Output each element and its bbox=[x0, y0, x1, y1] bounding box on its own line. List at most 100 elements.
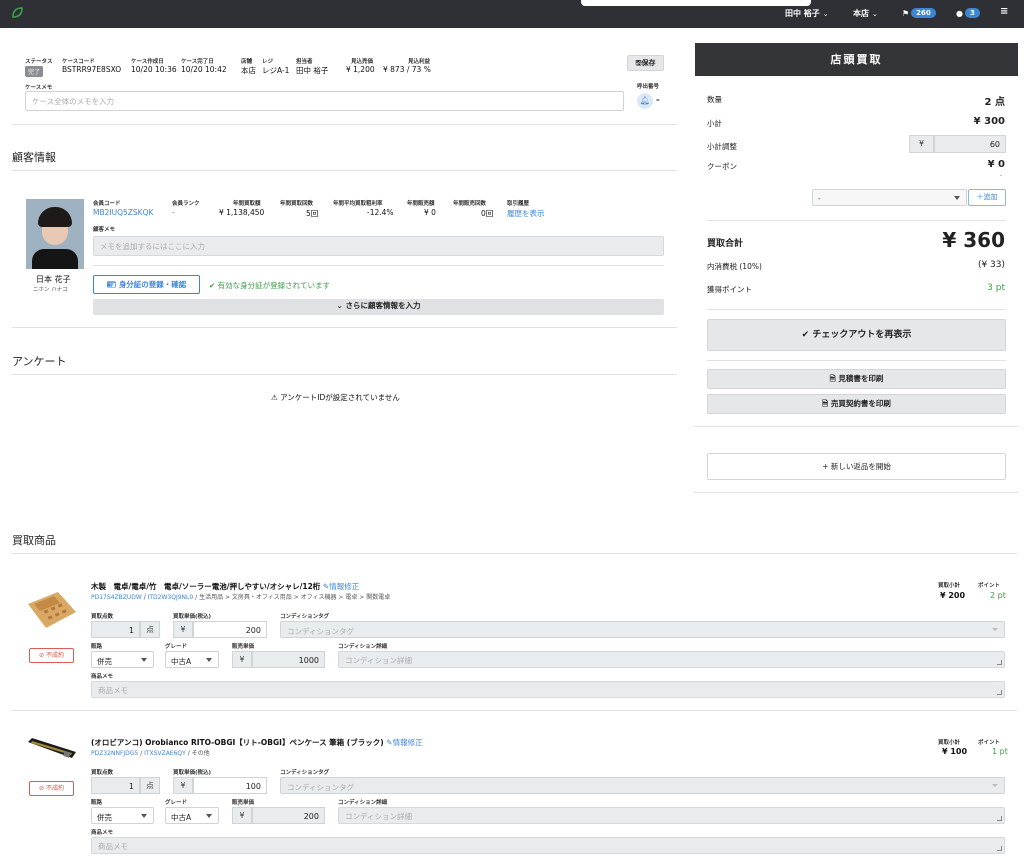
id-register-label: 身分証の登録・確認 bbox=[118, 280, 187, 289]
item-codes: PD17S4ZBZUDW / ITD2W3QJ9NL0 / 生活用品 > 文房具… bbox=[91, 594, 391, 601]
unit-price-input[interactable]: 100 bbox=[193, 777, 267, 794]
yen-addon: ¥ bbox=[909, 135, 934, 153]
chat-button[interactable]: ● 3 bbox=[956, 8, 980, 18]
condition-detail-label: コンディション詳細 bbox=[338, 800, 388, 806]
yen-addon: ¥ bbox=[173, 777, 193, 794]
customer-memo-input[interactable]: メモを追加するにはここに入力 bbox=[93, 236, 664, 256]
coupon-value: ¥ 0 bbox=[987, 159, 1005, 170]
flag-count-badge: 260 bbox=[911, 8, 936, 18]
grade-select[interactable]: 中古A bbox=[165, 651, 219, 668]
register-label: レジ bbox=[262, 59, 274, 65]
user-menu[interactable]: 田中 裕子 ⌄ bbox=[785, 8, 829, 19]
checkout-label: チェックアウトを再表示 bbox=[812, 330, 912, 340]
survey-message-text: アンケートIDが設定されていません bbox=[280, 393, 400, 402]
history-link[interactable]: 履歴を表示 bbox=[507, 208, 545, 219]
edit-info-link[interactable]: ✎情報修正 bbox=[323, 582, 359, 591]
done-date: 10/20 10:42 bbox=[181, 65, 227, 74]
checkout-button[interactable]: ✔ チェックアウトを再表示 bbox=[707, 319, 1006, 351]
member-code-label: 会員コード bbox=[93, 201, 121, 207]
bell-icon[interactable]: 🔔︎ bbox=[637, 93, 653, 109]
new-return-label: 新しい返品を開始 bbox=[830, 462, 891, 471]
new-return-button[interactable]: + 新しい返品を開始 bbox=[707, 453, 1006, 480]
chat-count-badge: 3 bbox=[964, 8, 980, 18]
unit-price-label: 買取単価(税込) bbox=[173, 614, 212, 620]
done-label: ケース完了日 bbox=[181, 59, 214, 65]
coupon-sub: - bbox=[1000, 172, 1003, 179]
count-label: 数量 bbox=[707, 95, 722, 104]
summary-title: 店頭買取 bbox=[695, 43, 1018, 76]
item-category: 生活用品 > 文房具・オフィス用品 > オフィス機器 > 電卓 > 関数電卓 bbox=[199, 594, 391, 601]
member-code-link[interactable]: MB2IUQ5ZSKQK bbox=[93, 208, 153, 217]
file-icon: 🗎 bbox=[822, 399, 831, 408]
store-menu[interactable]: 本店 ⌄ bbox=[853, 8, 878, 19]
more-customer-info-button[interactable]: ⌄ さらに顧客情報を入力 bbox=[93, 299, 664, 315]
product-code-link[interactable]: PDZ32NNFJDG5 bbox=[91, 750, 138, 757]
pencase-image bbox=[28, 738, 76, 758]
call-number-value: – bbox=[656, 95, 660, 104]
channel-select[interactable]: 併売 bbox=[91, 651, 154, 668]
sale-price-input[interactable]: 1000 bbox=[252, 651, 325, 668]
customer-section-title: 顧客情報 bbox=[12, 151, 56, 164]
qty-input[interactable]: 1 bbox=[91, 621, 140, 638]
grade-select[interactable]: 中古A bbox=[165, 807, 219, 824]
notification-flag[interactable]: ⚑ 260 bbox=[902, 8, 936, 18]
unit-price-input[interactable]: 200 bbox=[193, 621, 267, 638]
condition-tag-label: コンディションタグ bbox=[280, 770, 330, 776]
item-category: その他 bbox=[191, 750, 210, 757]
unsold-label: 不成約 bbox=[45, 785, 64, 792]
channel-select[interactable]: 併売 bbox=[91, 807, 154, 824]
item-memo-label: 商品メモ bbox=[91, 674, 114, 680]
item-memo-label: 商品メモ bbox=[91, 830, 114, 836]
check-icon: ✔ bbox=[209, 281, 218, 290]
coupon-select[interactable]: - bbox=[812, 189, 967, 206]
case-code: BSTRR97E8SXO bbox=[62, 65, 122, 74]
count-value: 2 点 bbox=[984, 97, 1005, 108]
est-sales-value: ¥ 1,200 bbox=[346, 65, 375, 74]
case-memo-label: ケースメモ bbox=[25, 85, 53, 91]
unsold-button[interactable]: ⊘ 不成約 bbox=[29, 648, 74, 663]
id-card-icon: 🪪︎ bbox=[106, 280, 119, 289]
annual-margin: -12.4% bbox=[367, 208, 394, 217]
app-logo-icon[interactable] bbox=[11, 6, 24, 19]
hamburger-menu-icon[interactable]: ≡ bbox=[1000, 6, 1008, 17]
qty-input[interactable]: 1 bbox=[91, 777, 140, 794]
item-code-link[interactable]: ITXSVZAE6QY bbox=[144, 750, 186, 757]
sale-price-input[interactable]: 200 bbox=[252, 807, 325, 824]
points-label: 獲得ポイント bbox=[707, 285, 752, 294]
search-bar[interactable] bbox=[581, 0, 811, 6]
customer-kana: ニホン ハナコ bbox=[33, 287, 68, 293]
adjust-input[interactable]: 60 bbox=[934, 135, 1006, 153]
yen-addon: ¥ bbox=[232, 807, 252, 824]
edit-info-link[interactable]: ✎情報修正 bbox=[386, 738, 422, 747]
main-panel: ステータス 完了 ケースコード BSTRR97E8SXO ケース作成日 10/2… bbox=[0, 28, 1017, 866]
annual-margin-label: 年間平均買取粗利率 bbox=[333, 201, 383, 207]
annual-sales-amount-label: 年間販売額 bbox=[407, 201, 435, 207]
print-contract-button[interactable]: 🗎 売買契約書を印刷 bbox=[707, 394, 1006, 414]
status-badge: 完了 bbox=[25, 66, 44, 77]
divider bbox=[707, 309, 1006, 310]
item-code-link[interactable]: ITD2W3QJ9NL0 bbox=[148, 594, 194, 601]
item-title: (オロビアンコ) Orobianco RITO-OBGI【リト-OBGI】ペンケ… bbox=[91, 737, 423, 748]
condition-tag-label: コンディションタグ bbox=[280, 614, 330, 620]
add-coupon-button[interactable]: ＋追加 bbox=[968, 189, 1006, 206]
warning-icon: ⚠ bbox=[271, 393, 281, 402]
ban-icon: ⊘ bbox=[39, 785, 46, 792]
product-code-link[interactable]: PD17S4ZBZUDW bbox=[91, 594, 142, 601]
print-estimate-button[interactable]: 🗎 見積書を印刷 bbox=[707, 369, 1006, 389]
item-title-text: (オロビアンコ) Orobianco RITO-OBGI【リト-OBGI】ペンケ… bbox=[91, 738, 384, 747]
id-register-button[interactable]: 🪪︎ 身分証の登録・確認 bbox=[93, 275, 200, 294]
divider bbox=[93, 265, 664, 266]
unsold-button[interactable]: ⊘ 不成約 bbox=[29, 781, 74, 796]
annual-buy-amount: ¥ 1,138,450 bbox=[219, 208, 265, 217]
annual-sales-amount: ¥ 0 bbox=[424, 208, 436, 217]
grade-label: グレード bbox=[165, 800, 188, 806]
unit-price-label: 買取単価(税込) bbox=[173, 770, 212, 776]
chevron-down-icon: ⌄ bbox=[822, 10, 829, 18]
subtotal-label: 小計 bbox=[707, 119, 722, 128]
call-number-label: 呼出番号 bbox=[637, 84, 660, 90]
created-label: ケース作成日 bbox=[131, 59, 164, 65]
divider bbox=[694, 426, 1018, 427]
case-memo-input[interactable]: ケース全体のメモを入力 bbox=[25, 91, 624, 111]
edit-info-label: 情報修正 bbox=[392, 738, 423, 747]
save-button[interactable]: 🖫保存 bbox=[627, 55, 664, 71]
